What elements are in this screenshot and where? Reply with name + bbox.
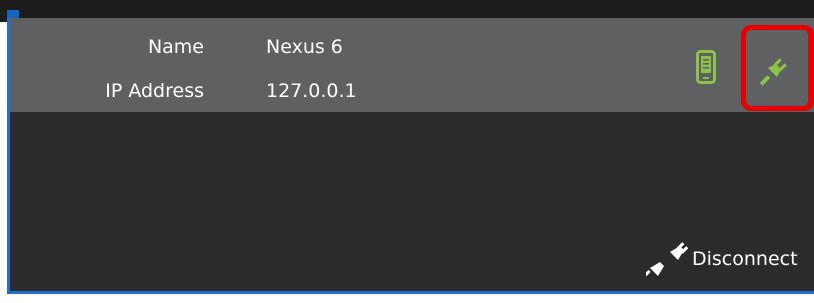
device-row[interactable]: Name Nexus 6 IP Address 127.0.0.1 (10, 18, 814, 112)
disconnect-button[interactable]: Disconnect (646, 242, 798, 276)
ip-address-label: IP Address (105, 80, 204, 102)
name-label: Name (147, 36, 204, 58)
disconnect-label: Disconnect (692, 248, 798, 270)
ip-address-value: 127.0.0.1 (266, 80, 357, 102)
phone-icon (696, 50, 716, 84)
device-panel: Name Nexus 6 IP Address 127.0.0.1 Discon… (7, 18, 814, 294)
plug-icon (760, 58, 787, 86)
unplug-icon (646, 242, 688, 276)
name-value: Nexus 6 (266, 36, 343, 58)
